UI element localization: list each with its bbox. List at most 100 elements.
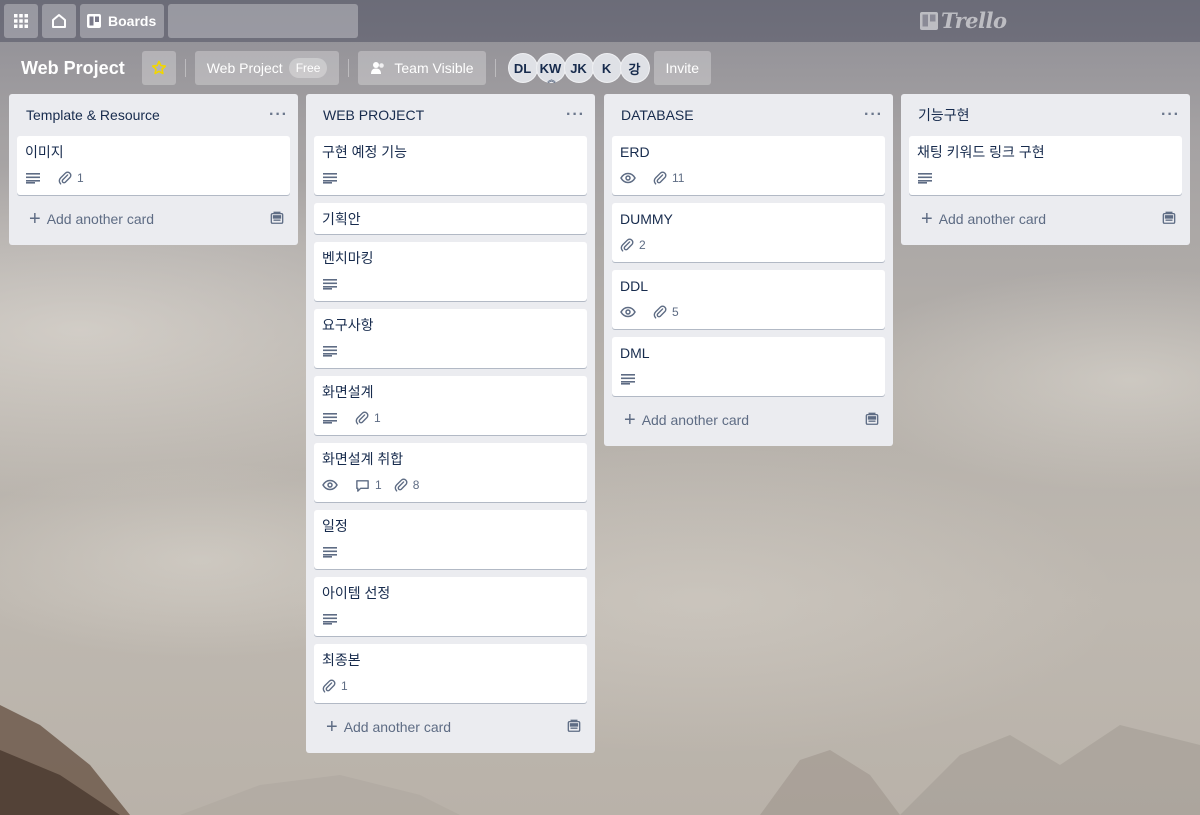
add-card-label: Add another card	[343, 719, 452, 735]
watching-badge	[620, 170, 641, 186]
home-icon	[52, 14, 66, 28]
plan-badge: Free	[288, 58, 328, 78]
card-title: 화면설계 취합	[322, 451, 404, 467]
avatar[interactable]: KW ︽	[535, 53, 566, 84]
card-template-icon	[1162, 211, 1176, 224]
card[interactable]: 벤치마킹	[314, 242, 587, 301]
star-button[interactable]	[141, 51, 176, 85]
attachments-count: 1	[374, 411, 381, 425]
card[interactable]: 화면설계 취합 1 8	[314, 443, 587, 502]
admin-chevron-icon: ︽	[547, 75, 556, 84]
avatar[interactable]: JK	[563, 53, 594, 83]
list-header[interactable]: DATABASE ···	[612, 94, 885, 136]
attachments-badge: 1	[355, 411, 381, 425]
star-icon	[151, 60, 166, 75]
apps-button[interactable]	[4, 4, 38, 38]
card[interactable]: DUMMY 2	[612, 203, 885, 262]
apps-grid-icon	[14, 14, 28, 28]
list-title[interactable]: Template & Resource	[26, 107, 160, 123]
card-title: 이미지	[25, 144, 64, 160]
card[interactable]: 화면설계 1	[314, 376, 587, 435]
attachment-icon	[355, 411, 369, 425]
attachments-badge: 2	[620, 238, 646, 252]
member-avatars: DL KW ︽ JK K 강	[507, 53, 650, 84]
home-button[interactable]	[42, 4, 76, 38]
list-menu-icon[interactable]: ···	[269, 106, 288, 124]
team-button[interactable]: Web Project Free	[194, 51, 340, 85]
add-card-button[interactable]: + Add another card	[612, 402, 885, 438]
list-title[interactable]: DATABASE	[621, 107, 694, 123]
card[interactable]: 아이템 선정	[314, 577, 587, 636]
card[interactable]: 채팅 키워드 링크 구현	[909, 136, 1182, 195]
description-icon	[323, 173, 337, 184]
watching-icon	[322, 479, 338, 491]
add-card-button[interactable]: + Add another card	[17, 201, 290, 237]
top-header: Boards Trello	[0, 0, 1200, 42]
description-icon	[323, 279, 337, 290]
list-menu-icon[interactable]: ···	[566, 106, 585, 124]
list[interactable]: 기능구현 ··· 채팅 키워드 링크 구현 + Add another card	[901, 94, 1190, 245]
list-header[interactable]: 기능구현 ···	[909, 94, 1182, 136]
search-input[interactable]	[161, 4, 349, 38]
card[interactable]: DML	[612, 337, 885, 396]
invite-label: Invite	[665, 60, 699, 76]
boards-button[interactable]: Boards	[80, 4, 165, 38]
trello-logo[interactable]: Trello	[920, 8, 1007, 33]
attachments-badge: 1	[322, 679, 348, 693]
plus-icon: +	[29, 208, 41, 230]
card[interactable]: 기획안	[314, 203, 587, 234]
avatar[interactable]: DL	[507, 53, 538, 83]
description-badge	[322, 410, 343, 426]
avatar[interactable]: K	[591, 53, 622, 83]
card-badges	[322, 340, 579, 362]
create-from-template-button[interactable]	[1162, 211, 1176, 228]
add-card-button[interactable]: + Add another card	[909, 201, 1182, 237]
create-from-template-button[interactable]	[270, 211, 284, 228]
card-badges: 1	[25, 167, 282, 189]
list-header[interactable]: Template & Resource ···	[17, 94, 290, 136]
card[interactable]: 일정	[314, 510, 587, 569]
list[interactable]: WEB PROJECT ··· 구현 예정 기능기획안벤치마킹요구사항화면설계 1 화면…	[306, 94, 595, 753]
card[interactable]: 구현 예정 기능	[314, 136, 587, 195]
card-title: ERD	[620, 144, 650, 160]
description-badge	[322, 611, 343, 627]
description-icon	[918, 173, 932, 184]
list-title[interactable]: WEB PROJECT	[323, 107, 424, 123]
attachment-icon	[653, 305, 667, 319]
list-menu-icon[interactable]: ···	[1161, 106, 1180, 124]
board-title[interactable]: Web Project	[21, 58, 125, 79]
list[interactable]: Template & Resource ··· 이미지 1 + Add another c…	[9, 94, 298, 245]
attachment-icon	[322, 679, 336, 693]
avatar[interactable]: 강	[619, 53, 650, 83]
card-badges	[322, 608, 579, 630]
card-title: 아이템 선정	[322, 585, 391, 601]
card-badges: 11	[620, 167, 877, 189]
background-mountains	[0, 705, 1200, 815]
card[interactable]: 최종본 1	[314, 644, 587, 703]
add-card-button[interactable]: + Add another card	[314, 709, 587, 745]
card-badges: 2	[620, 234, 877, 256]
watching-icon	[620, 306, 636, 318]
card[interactable]: 요구사항	[314, 309, 587, 368]
list-title[interactable]: 기능구현	[918, 105, 970, 125]
create-from-template-button[interactable]	[865, 412, 879, 429]
card-title: 구현 예정 기능	[322, 144, 408, 160]
card[interactable]: 이미지 1	[17, 136, 290, 195]
visibility-label: Team Visible	[394, 60, 474, 76]
card-badges: 1	[322, 407, 579, 429]
board-header: Web Project Web Project Free Team Visibl…	[0, 42, 1200, 94]
create-from-template-button[interactable]	[567, 719, 581, 736]
card-title: 채팅 키워드 링크 구현	[917, 144, 1045, 160]
card-template-icon	[865, 412, 879, 425]
list[interactable]: DATABASE ··· ERD 11 DUMMY 2 DDL 5 DML + Add anothe…	[604, 94, 893, 446]
list-menu-icon[interactable]: ···	[864, 106, 883, 124]
attachments-badge: 8	[394, 478, 419, 492]
list-header[interactable]: WEB PROJECT ···	[314, 94, 587, 136]
watching-badge	[620, 304, 641, 320]
invite-button[interactable]: Invite	[653, 51, 711, 85]
card[interactable]: DDL 5	[612, 270, 885, 329]
search-field[interactable]	[161, 4, 359, 38]
visibility-button[interactable]: Team Visible	[358, 51, 486, 85]
comments-count: 1	[375, 478, 382, 492]
card[interactable]: ERD 11	[612, 136, 885, 195]
